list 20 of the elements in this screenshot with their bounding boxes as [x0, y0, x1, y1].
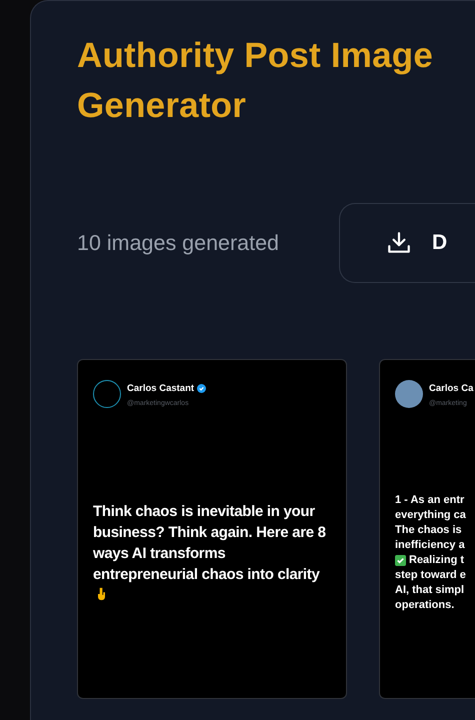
post-text-line: everything ca: [395, 508, 466, 523]
download-button[interactable]: D: [339, 203, 475, 283]
post-text-line: operations.: [395, 598, 454, 613]
post-text-line: inefficiency a: [395, 538, 465, 553]
avatar-photo-placeholder: [395, 380, 423, 408]
post-text-line: The chaos is: [395, 523, 462, 538]
post-text-line: Realizing t: [409, 553, 464, 568]
check-icon: [395, 555, 406, 566]
author-name: Carlos Castant: [127, 383, 194, 394]
post-text: Think chaos is inevitable in your business? Think again. Here are 8 ways AI transforms entrepreneurial chaos into clarity: [93, 500, 329, 606]
verified-badge-icon: [197, 384, 206, 393]
post-text-line: 1 - As an entr: [395, 493, 464, 508]
avatar-circle: [93, 380, 121, 408]
author-name: Carlos Ca: [429, 383, 474, 394]
download-icon: [386, 230, 412, 256]
post-text-line: step toward e: [395, 568, 466, 583]
images-count: 10 images generated: [77, 230, 280, 256]
post-text-line: AI, that simpl: [395, 583, 464, 598]
page-title: Authority Post Image Generator: [77, 35, 434, 127]
hand-pointing-down-icon: [96, 586, 107, 600]
